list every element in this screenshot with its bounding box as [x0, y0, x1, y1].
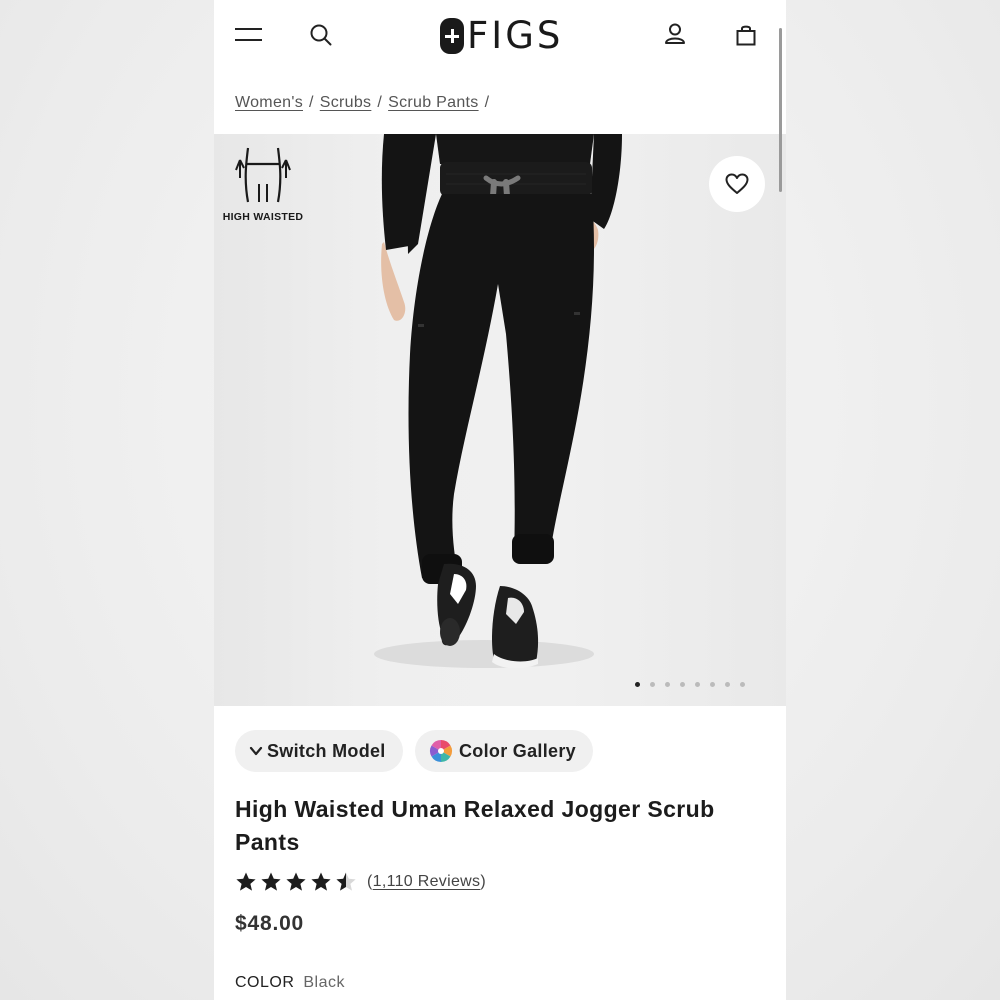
color-key: COLOR: [235, 974, 295, 991]
product-image-carousel[interactable]: HIGH WAISTED: [214, 134, 786, 706]
switch-model-button[interactable]: Switch Model: [235, 730, 403, 772]
breadcrumb-scrubs[interactable]: Scrubs: [320, 94, 372, 112]
rating-stars: [235, 871, 357, 893]
star-half-icon: [336, 872, 356, 891]
figs-logo[interactable]: FIGS: [440, 16, 563, 56]
product-page: FIGS Women's / Scrubs / Scrub Pants / HI…: [214, 0, 786, 1000]
bag-icon[interactable]: [736, 24, 756, 46]
scrollbar[interactable]: [779, 28, 782, 192]
carousel-dots: [635, 682, 745, 687]
reviews-link[interactable]: (1,110 Reviews): [367, 873, 486, 891]
wishlist-button[interactable]: [709, 156, 765, 212]
site-header: FIGS: [214, 0, 786, 72]
product-price: $48.00: [235, 912, 305, 935]
product-title: High Waisted Uman Relaxed Jogger Scrub P…: [235, 796, 715, 855]
breadcrumb-scrub-pants[interactable]: Scrub Pants: [388, 94, 478, 112]
star-full-icon: [236, 872, 256, 891]
color-wheel-icon: [430, 740, 452, 762]
reviews-count: 1,110 Reviews: [372, 873, 481, 890]
menu-icon[interactable]: [235, 26, 262, 44]
carousel-dot[interactable]: [725, 682, 730, 687]
high-waist-fit-icon: [235, 147, 291, 203]
carousel-dot[interactable]: [710, 682, 715, 687]
star-full-icon: [311, 872, 331, 891]
carousel-dot[interactable]: [635, 682, 640, 687]
brand-name: FIGS: [467, 14, 564, 57]
account-icon[interactable]: [664, 22, 686, 46]
reviews-close-paren: ): [480, 873, 486, 890]
carousel-dot[interactable]: [680, 682, 685, 687]
star-full-icon: [286, 872, 306, 891]
logo-cross-icon: [440, 18, 464, 54]
breadcrumb-separator: /: [484, 94, 490, 111]
carousel-dot[interactable]: [665, 682, 670, 687]
high-waisted-badge: HIGH WAISTED: [220, 144, 306, 223]
breadcrumb-separator: /: [309, 94, 314, 111]
product-rating: (1,110 Reviews): [235, 871, 486, 893]
high-waisted-label: HIGH WAISTED: [222, 211, 304, 223]
breadcrumb: Women's / Scrubs / Scrub Pants /: [235, 94, 489, 112]
search-icon[interactable]: [309, 23, 333, 47]
breadcrumb-womens[interactable]: Women's: [235, 94, 303, 112]
breadcrumb-separator: /: [377, 94, 383, 111]
carousel-dot[interactable]: [650, 682, 655, 687]
chevron-down-icon: [249, 746, 263, 756]
heart-icon: [725, 173, 749, 194]
color-gallery-button[interactable]: Color Gallery: [415, 730, 593, 772]
star-full-icon: [261, 872, 281, 891]
switch-model-label: Switch Model: [267, 740, 386, 761]
carousel-dot[interactable]: [740, 682, 745, 687]
color-selector-label: COLOR Black: [235, 974, 345, 992]
color-value: Black: [303, 974, 345, 991]
carousel-dot[interactable]: [695, 682, 700, 687]
color-gallery-label: Color Gallery: [459, 740, 576, 761]
